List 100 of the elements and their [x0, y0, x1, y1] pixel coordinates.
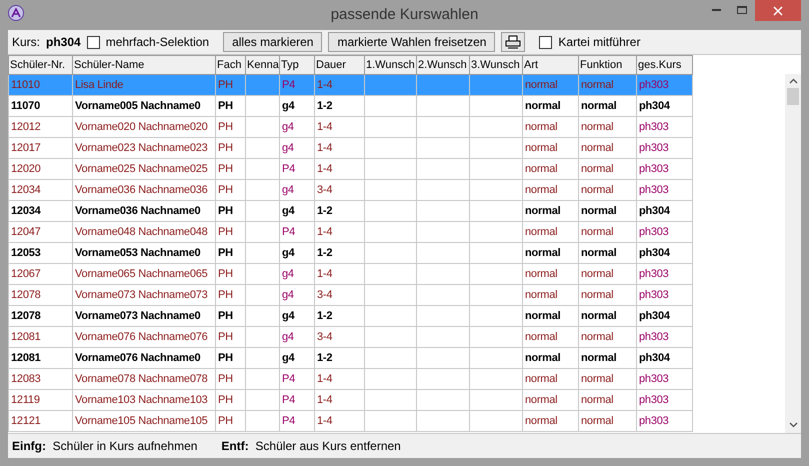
- print-button[interactable]: [501, 32, 526, 52]
- table-cell: normal: [581, 414, 614, 427]
- table-row[interactable]: 11070 Vorname005 Nachname0 PH g4 1-2 normal normal ph304: [8, 96, 692, 116]
- table-cell: Vorname105 Nachname105: [75, 414, 208, 427]
- table-cell: 12020: [11, 162, 41, 175]
- table-cell: 11070: [11, 100, 40, 112]
- table-cell: P4: [282, 394, 296, 406]
- table-cell: Vorname065 Nachname065: [75, 268, 208, 280]
- close-button[interactable]: [755, 0, 801, 21]
- card-file-checkbox[interactable]: [539, 36, 552, 48]
- table-row[interactable]: 12121 Vorname105 Nachname105 PH P4 1-4 normal normal ph303: [8, 410, 692, 432]
- table-cell: ph303: [639, 268, 669, 280]
- table-row[interactable]: 12020 Vorname025 Nachname025 PH P4 1-4 normal normal ph303: [8, 158, 692, 180]
- table-cell: normal: [525, 142, 558, 154]
- table-cell: Vorname025 Nachname025: [75, 162, 208, 175]
- table-row[interactable]: 12078 Vorname073 Nachname073 PH g4 3-4 normal normal ph303: [8, 284, 692, 306]
- table-cell: Vorname103 Nachname103: [75, 394, 208, 406]
- table-cell: normal: [581, 394, 614, 406]
- table-cell: 1-2: [317, 246, 332, 259]
- table-cell: normal: [581, 310, 616, 322]
- table-cell: normal: [581, 184, 614, 196]
- table-cell: 1-2: [317, 204, 332, 217]
- table-cell: Vorname076 Nachname076: [75, 330, 208, 343]
- table-cell: 1-4: [317, 394, 332, 406]
- table-cell: normal: [581, 100, 616, 112]
- table-row[interactable]: 12083 Vorname078 Nachname078 PH P4 1-4 normal normal ph303: [8, 368, 692, 390]
- table-cell: PH: [218, 142, 233, 154]
- table-cell: 3-4: [317, 288, 332, 301]
- table-cell: 12083: [11, 372, 41, 385]
- table-cell: PH: [218, 162, 233, 175]
- table-cell: 1-2: [317, 310, 332, 322]
- table-row[interactable]: 12053 Vorname053 Nachname0 PH g4 1-2 normal normal ph304: [8, 242, 692, 264]
- table-cell: 1-4: [317, 414, 332, 427]
- table-cell: PH: [218, 204, 233, 217]
- toolbar-button[interactable]: markierte Wahlen freisetzen: [328, 32, 496, 52]
- table-cell: ph303: [639, 162, 669, 175]
- table-cell: normal: [581, 78, 614, 91]
- table-cell: PH: [218, 184, 233, 196]
- card-file-label: Kartei mitführer: [558, 34, 640, 51]
- table-row[interactable]: 12078 Vorname073 Nachname0 PH g4 1-2 normal normal ph304: [8, 306, 692, 326]
- table-cell: Vorname078 Nachname078: [75, 372, 208, 385]
- table-row[interactable]: 12081 Vorname076 Nachname076 PH g4 3-4 normal normal ph303: [8, 326, 692, 348]
- table-row[interactable]: 12119 Vorname103 Nachname103 PH P4 1-4 normal normal ph303: [8, 390, 692, 410]
- table-cell: PH: [218, 310, 233, 322]
- table-cell: 12053: [11, 246, 41, 259]
- table-cell: 11010: [11, 78, 40, 91]
- table-cell: PH: [218, 394, 233, 406]
- table-cell: Vorname073 Nachname0: [75, 310, 200, 322]
- table-cell: 1-2: [317, 100, 332, 112]
- table-row[interactable]: 12012 Vorname020 Nachname020 PH g4 1-4 normal normal ph303: [8, 116, 692, 138]
- vertical-scrollbar[interactable]: [785, 74, 801, 433]
- scroll-up-icon[interactable]: [788, 78, 798, 84]
- table-cell: 3-4: [317, 184, 332, 196]
- table-cell: ph304: [639, 352, 670, 364]
- table-cell: normal: [581, 372, 614, 385]
- table-cell: 12081: [11, 330, 41, 343]
- table-cell: normal: [581, 288, 614, 301]
- table-row[interactable]: 12034 Vorname036 Nachname036 PH g4 3-4 normal normal ph303: [8, 180, 692, 200]
- table-cell: PH: [218, 330, 233, 343]
- table-cell: 1-4: [317, 120, 332, 133]
- table-cell: PH: [218, 414, 233, 427]
- table-cell: g4: [282, 204, 294, 217]
- table-cell: ph304: [639, 310, 670, 322]
- table-row[interactable]: 12067 Vorname065 Nachname065 PH g4 1-4 normal normal ph303: [8, 264, 692, 284]
- table-row[interactable]: 12017 Vorname023 Nachname023 PH g4 1-4 normal normal ph303: [8, 138, 692, 158]
- table-cell: 1-4: [317, 162, 332, 175]
- table-cell: g4: [282, 310, 294, 322]
- table-cell: normal: [525, 330, 558, 343]
- table-cell: 1-4: [317, 142, 332, 154]
- table-cell: 12017: [11, 142, 41, 154]
- table-cell: ph303: [639, 78, 669, 91]
- table-cell: g4: [282, 120, 294, 133]
- table-cell: normal: [581, 142, 614, 154]
- app-logo-icon[interactable]: [8, 5, 24, 21]
- table-cell: 12081: [11, 352, 41, 364]
- column-header[interactable]: Art: [524, 58, 538, 71]
- scroll-down-icon[interactable]: [788, 422, 798, 428]
- table-cell: g4: [282, 100, 294, 112]
- table-cell: normal: [581, 204, 616, 217]
- table-cell: PH: [218, 268, 233, 280]
- table-cell: Vorname076 Nachname0: [75, 352, 200, 364]
- table-cell: normal: [525, 394, 558, 406]
- table-cell: ph304: [639, 246, 670, 259]
- table-cell: 1-4: [317, 226, 332, 238]
- table-cell: normal: [525, 184, 558, 196]
- table-cell: ph303: [639, 120, 669, 133]
- table-cell: normal: [525, 100, 560, 112]
- table-row[interactable]: 12034 Vorname036 Nachname0 PH g4 1-2 normal normal ph304: [8, 200, 692, 222]
- scroll-thumb[interactable]: [787, 88, 799, 105]
- table-row[interactable]: 12047 Vorname048 Nachname048 PH P4 1-4 normal normal ph303: [8, 222, 692, 242]
- table-cell: normal: [525, 204, 560, 217]
- table-cell: 12119: [11, 394, 40, 406]
- multi-select-checkbox[interactable]: [86, 36, 100, 48]
- toolbar-button[interactable]: alles markieren: [223, 32, 322, 52]
- table-cell: normal: [525, 78, 558, 91]
- table-cell: 1-2: [317, 352, 332, 364]
- table-row[interactable]: 12081 Vorname076 Nachname0 PH g4 1-2 normal normal ph304: [8, 348, 692, 368]
- table-cell: 12121: [11, 414, 41, 427]
- table-cell: Vorname053 Nachname0: [75, 246, 200, 259]
- table-cell: ph303: [639, 414, 669, 427]
